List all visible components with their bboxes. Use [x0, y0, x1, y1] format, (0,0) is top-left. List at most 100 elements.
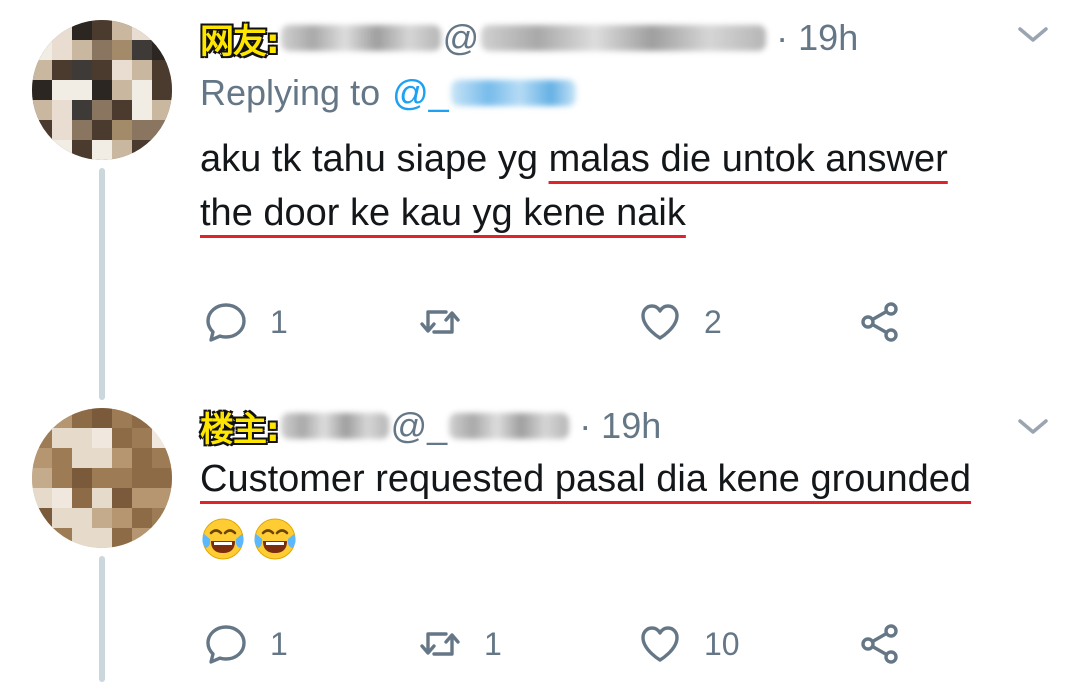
user-tag-badge: 楼主: [199, 409, 280, 451]
retweet-button[interactable]: 1 [418, 622, 502, 666]
avatar-pixel [32, 40, 52, 60]
avatar-pixel [72, 100, 92, 120]
tweet-text-plain: aku tk tahu siape yg [200, 138, 549, 180]
avatar-pixel [72, 40, 92, 60]
avatar-pixel [92, 468, 112, 488]
avatar-pixel [152, 140, 172, 160]
reply-button[interactable]: 1 [204, 300, 288, 344]
avatar-pixel [132, 140, 152, 160]
avatar-pixel [72, 428, 92, 448]
avatar-pixel [72, 488, 92, 508]
reply-icon [206, 303, 246, 342]
share-icon [861, 302, 898, 342]
avatar-pixel [72, 528, 92, 548]
avatar-pixel [32, 448, 52, 468]
avatar-pixel [112, 60, 132, 80]
like-button[interactable]: 2 [638, 300, 722, 344]
avatar-pixel [152, 20, 172, 40]
timestamp[interactable]: · 19h [776, 17, 858, 59]
avatar-pixel [92, 528, 112, 548]
display-name-redacted[interactable] [280, 413, 389, 439]
avatar-pixel [92, 100, 112, 120]
avatar[interactable] [32, 20, 172, 160]
display-name-redacted[interactable] [280, 25, 441, 51]
avatar-pixel [152, 40, 172, 60]
retweet-button[interactable] [418, 300, 484, 344]
chevron-down-icon[interactable] [1016, 22, 1050, 46]
timestamp[interactable]: · 19h [579, 405, 661, 447]
avatar-pixel [32, 468, 52, 488]
avatar-pixel [52, 448, 72, 468]
share-button[interactable] [858, 622, 902, 666]
avatar-pixel [52, 100, 72, 120]
avatar-pixel [72, 120, 92, 140]
avatar-pixel [52, 20, 72, 40]
mention-text[interactable]: @_ [392, 72, 449, 114]
avatar-pixel [32, 100, 52, 120]
avatar-pixel [32, 508, 52, 528]
avatar-pixel [132, 468, 152, 488]
handle-redacted[interactable] [449, 413, 570, 439]
share-button[interactable] [858, 300, 902, 344]
avatar-pixel [152, 60, 172, 80]
avatar-pixel [72, 468, 92, 488]
avatar-pixel [112, 100, 132, 120]
avatar-pixel [92, 448, 112, 468]
avatar-pixel [92, 40, 112, 60]
reply-count: 1 [270, 625, 288, 662]
face-with-tears-of-joy-icon [254, 518, 296, 560]
reply-icon [206, 625, 246, 664]
avatar-pixel [52, 40, 72, 60]
avatar-pixel [92, 80, 112, 100]
avatar-pixel [32, 428, 52, 448]
tweet-actions: 1 1 10 [200, 622, 1050, 672]
user-tag-badge: 网友: [199, 21, 280, 63]
avatar-pixel [52, 80, 72, 100]
avatar-pixel [92, 20, 112, 40]
avatar-pixel [92, 120, 112, 140]
chevron-down-icon[interactable] [1016, 414, 1050, 438]
handle-redacted[interactable] [481, 25, 767, 51]
face-with-tears-of-joy-icon [202, 518, 244, 560]
thread-line [99, 168, 105, 400]
heart-icon [641, 626, 679, 662]
tweet[interactable]: 楼主: @_ · 19h Customer requested pasal di… [199, 400, 1050, 682]
avatar-pixel [32, 140, 52, 160]
avatar-pixel [52, 488, 72, 508]
avatar-pixel [112, 508, 132, 528]
avatar-pixel [92, 60, 112, 80]
avatar-pixel [132, 428, 152, 448]
avatar-pixel [152, 408, 172, 428]
avatar-pixel [112, 40, 132, 60]
avatar-pixel [132, 20, 152, 40]
avatar[interactable] [32, 408, 172, 548]
like-count: 2 [704, 303, 722, 340]
tweet-text-line2: the door ke kau yg kene naik [200, 186, 686, 240]
mention-redacted[interactable] [450, 80, 576, 106]
reply-button[interactable]: 1 [204, 622, 288, 666]
avatar-pixel [152, 468, 172, 488]
avatar-pixel [112, 468, 132, 488]
tweet[interactable]: 网友: @ · 19h Replying to @_ aku tk tahu s… [199, 12, 1050, 352]
reply-count: 1 [270, 303, 288, 340]
avatar-pixel [32, 80, 52, 100]
avatar-pixel [72, 508, 92, 528]
avatar-pixel [112, 140, 132, 160]
avatar-pixel [152, 100, 172, 120]
avatar-pixel [152, 428, 172, 448]
like-button[interactable]: 10 [638, 622, 740, 666]
avatar-pixel [152, 448, 172, 468]
avatar-pixel [112, 528, 132, 548]
replying-to: Replying to @_ [200, 72, 578, 114]
avatar-pixel [52, 528, 72, 548]
avatar-pixel [32, 528, 52, 548]
like-count: 10 [704, 625, 740, 662]
avatar-pixel [52, 120, 72, 140]
share-icon [861, 624, 898, 664]
replying-mention[interactable]: @_ [392, 72, 578, 114]
tweet-emoji-line [200, 510, 304, 564]
avatar-pixel [92, 428, 112, 448]
avatar-pixel [112, 408, 132, 428]
avatar-pixel [152, 120, 172, 140]
avatar-pixel [72, 80, 92, 100]
